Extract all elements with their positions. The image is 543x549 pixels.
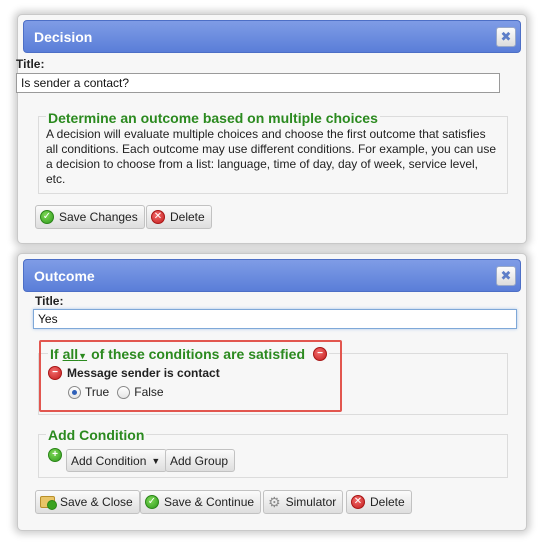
save-continue-button[interactable]: ✓ Save & Continue	[140, 490, 262, 514]
radio-false[interactable]	[117, 385, 131, 399]
save-close-button[interactable]: Save & Close	[35, 490, 140, 514]
condition-label: Message sender is contact	[67, 366, 220, 380]
decision-delete-button[interactable]: ✕ Delete	[146, 205, 212, 229]
condition-row: − Message sender is contact	[48, 366, 220, 380]
minus-circle-icon[interactable]: −	[313, 347, 327, 361]
add-group-label: Add Group	[170, 453, 229, 468]
decision-section-legend: Determine an outcome based on multiple c…	[46, 110, 380, 126]
add-condition-label: Add Condition	[71, 453, 147, 468]
save-changes-button[interactable]: ✓ Save Changes	[35, 205, 145, 229]
decision-title-label: Title:	[16, 57, 45, 71]
radio-false-label: False	[134, 385, 164, 399]
gear-icon: ⚙	[268, 493, 281, 510]
decision-titlebar: Decision ✖	[23, 20, 521, 53]
conditions-header: If all▼ of these conditions are satisfie…	[48, 346, 329, 362]
plus-circle-icon[interactable]: +	[48, 448, 62, 462]
conditions-suffix: of these conditions are satisfied	[91, 346, 305, 362]
conditions-mode-value: all	[62, 346, 79, 362]
folder-save-icon	[40, 496, 57, 510]
outcome-dialog-title: Outcome	[34, 268, 95, 284]
check-circle-icon: ✓	[145, 495, 159, 509]
save-changes-label: Save Changes	[59, 210, 138, 224]
save-close-label: Save & Close	[60, 495, 133, 509]
delete-circle-icon: ✕	[351, 495, 365, 509]
decision-title-input[interactable]	[16, 73, 500, 93]
add-group-button[interactable]: Add Group	[165, 449, 236, 472]
radio-true[interactable]	[68, 385, 81, 399]
close-icon[interactable]: ✖	[496, 27, 516, 47]
outcome-titlebar: Outcome ✖	[23, 259, 521, 292]
minus-circle-icon[interactable]: −	[48, 366, 62, 380]
decision-delete-label: Delete	[170, 210, 205, 224]
add-condition-legend: Add Condition	[46, 427, 147, 443]
simulator-button[interactable]: ⚙ Simulator	[263, 490, 344, 514]
outcome-title-label: Title:	[35, 294, 64, 308]
save-continue-label: Save & Continue	[164, 495, 255, 509]
add-condition-button[interactable]: Add Condition ▼	[66, 449, 168, 472]
decision-dialog-title: Decision	[34, 29, 93, 45]
chevron-down-icon: ▼	[151, 455, 161, 466]
outcome-delete-button[interactable]: ✕ Delete	[346, 490, 412, 514]
outcome-title-input[interactable]	[33, 309, 517, 329]
check-circle-icon: ✓	[40, 210, 54, 224]
close-icon[interactable]: ✖	[496, 266, 516, 286]
conditions-prefix: If	[50, 346, 59, 362]
decision-description: A decision will evaluate multiple choice…	[46, 127, 497, 186]
delete-circle-icon: ✕	[151, 210, 165, 224]
simulator-label: Simulator	[285, 495, 337, 509]
chevron-down-icon: ▼	[78, 351, 88, 361]
conditions-mode-dropdown[interactable]: all▼	[63, 346, 88, 362]
condition-options: True False	[68, 385, 164, 399]
outcome-delete-label: Delete	[370, 495, 405, 509]
radio-true-label: True	[85, 385, 110, 399]
